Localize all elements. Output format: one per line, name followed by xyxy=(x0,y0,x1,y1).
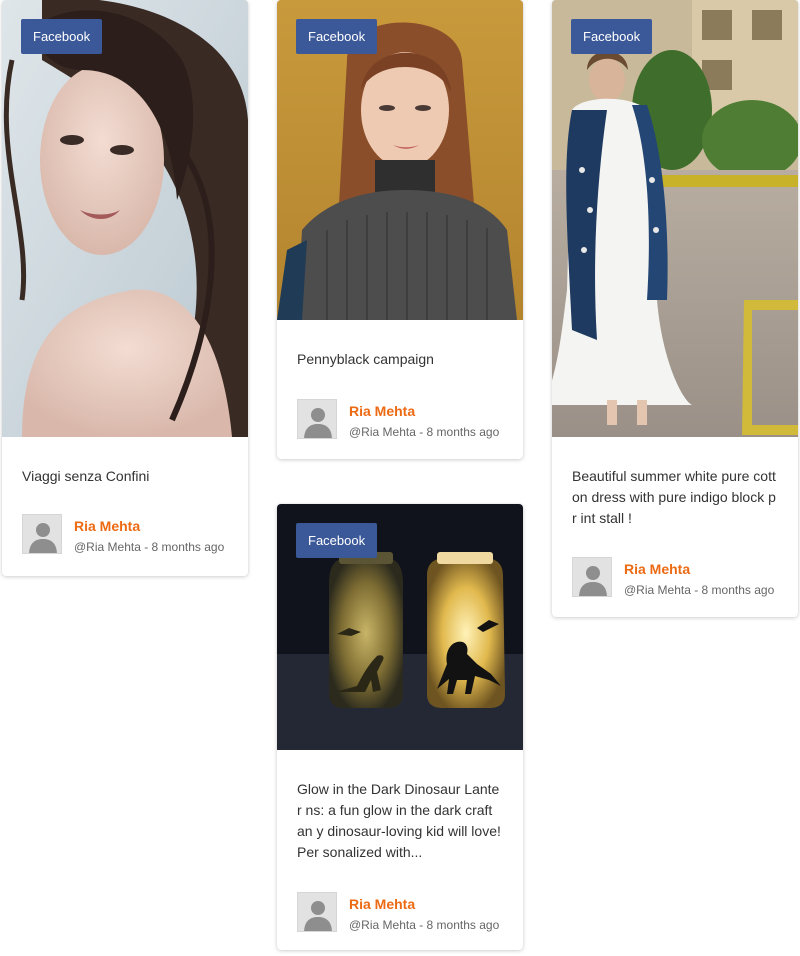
author-meta: @Ria Mehta - 8 months ago xyxy=(74,540,225,554)
post-image[interactable]: Facebook xyxy=(277,504,523,750)
post-caption: Pennyblack campaign xyxy=(297,351,434,367)
author-info: Ria Mehta @Ria Mehta - 8 months ago xyxy=(624,560,774,598)
post-image[interactable]: Facebook xyxy=(277,0,523,320)
post-caption: Glow in the Dark Dinosaur Lanter ns: a f… xyxy=(297,781,501,860)
author-row: Ria Mehta @Ria Mehta - 8 months ago xyxy=(572,557,778,598)
post-card[interactable]: Facebook Glow in the Dark Dinosaur Lante… xyxy=(277,504,523,950)
author-info: Ria Mehta @Ria Mehta - 8 months ago xyxy=(74,517,224,555)
user-icon[interactable] xyxy=(297,399,337,439)
author-name[interactable]: Ria Mehta xyxy=(624,560,774,578)
card-body: Pennyblack campaign Ria Mehta @Ria Mehta… xyxy=(277,349,523,440)
author-meta: @Ria Mehta - 8 months ago xyxy=(624,583,775,597)
author-info: Ria Mehta @Ria Mehta - 8 months ago xyxy=(349,895,499,933)
post-card[interactable]: Facebook Viaggi senza Confini Ria Mehta … xyxy=(2,0,248,576)
post-caption: Viaggi senza Confini xyxy=(22,468,150,484)
post-image[interactable]: Facebook xyxy=(552,0,798,437)
user-icon[interactable] xyxy=(297,892,337,932)
author-info: Ria Mehta @Ria Mehta - 8 months ago xyxy=(349,402,499,440)
author-meta: @Ria Mehta - 8 months ago xyxy=(349,918,500,932)
author-name[interactable]: Ria Mehta xyxy=(349,895,499,913)
author-row: Ria Mehta @Ria Mehta - 8 months ago xyxy=(22,514,228,555)
facebook-badge[interactable]: Facebook xyxy=(296,19,378,54)
post-card[interactable]: Facebook Pennyblack campaign Ria Mehta @… xyxy=(277,0,523,459)
author-meta: @Ria Mehta - 8 months ago xyxy=(349,425,500,439)
post-caption: Beautiful summer white pure cott on dres… xyxy=(572,468,776,526)
facebook-badge[interactable]: Facebook xyxy=(296,523,378,558)
post-card[interactable]: Facebook Beautiful summer white pure cot… xyxy=(552,0,798,617)
facebook-badge[interactable]: Facebook xyxy=(571,19,653,54)
author-row: Ria Mehta @Ria Mehta - 8 months ago xyxy=(297,892,503,933)
author-name[interactable]: Ria Mehta xyxy=(74,517,224,535)
user-icon[interactable] xyxy=(22,514,62,554)
card-body: Glow in the Dark Dinosaur Lanter ns: a f… xyxy=(277,779,523,933)
card-body: Viaggi senza Confini Ria Mehta @Ria Meht… xyxy=(2,466,248,555)
post-image[interactable]: Facebook xyxy=(2,0,248,437)
facebook-badge[interactable]: Facebook xyxy=(21,19,103,54)
author-name[interactable]: Ria Mehta xyxy=(349,402,499,420)
author-row: Ria Mehta @Ria Mehta - 8 months ago xyxy=(297,399,503,440)
user-icon[interactable] xyxy=(572,557,612,597)
card-body: Beautiful summer white pure cott on dres… xyxy=(552,466,798,598)
